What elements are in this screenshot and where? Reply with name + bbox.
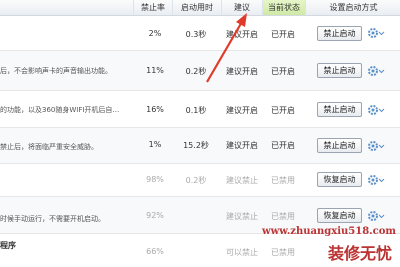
watermark-url: www.zhuangxiu518.com bbox=[262, 226, 396, 237]
watermark-name: 装修无忧 bbox=[327, 244, 392, 263]
